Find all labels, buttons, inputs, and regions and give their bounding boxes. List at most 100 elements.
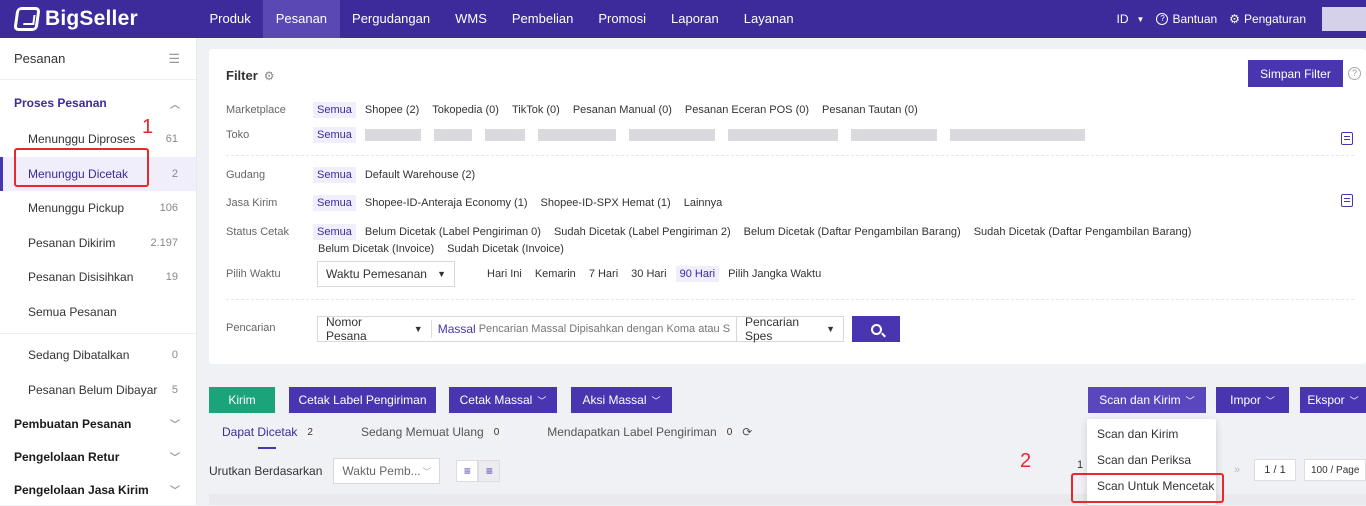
- next-page-icon[interactable]: »: [1226, 459, 1248, 481]
- store-name-redacted[interactable]: [628, 129, 715, 141]
- marketplace-option[interactable]: Shopee (2): [365, 104, 419, 116]
- sidebar-section-pembuatan[interactable]: Pembuatan Pesanan ﹀: [0, 407, 196, 440]
- jasa-kirim-option[interactable]: Lainnya: [684, 197, 723, 209]
- page-indicator[interactable]: 1 / 1: [1254, 459, 1296, 481]
- menu-item-scan-dan-periksa[interactable]: Scan dan Periksa: [1087, 447, 1216, 473]
- sidebar-item-sedang-dibatalkan[interactable]: Sedang Dibatalkan 0: [0, 338, 196, 373]
- brand-logo[interactable]: BigSeller: [0, 0, 197, 38]
- tab-sedang-memuat-ulang[interactable]: Sedang Memuat Ulang 0: [360, 425, 504, 439]
- sidebar-item-menunggu-pickup[interactable]: Menunggu Pickup 106: [0, 191, 196, 226]
- search-type-select[interactable]: Nomor Pesana ▼: [318, 315, 432, 343]
- nav-promosi[interactable]: Promosi: [586, 0, 659, 38]
- jasa-kirim-option[interactable]: Shopee-ID-SPX Hemat (1): [541, 197, 671, 209]
- nav-laporan[interactable]: Laporan: [659, 0, 732, 38]
- sort-descending-icon[interactable]: ≡: [456, 460, 479, 482]
- nav-pesanan[interactable]: Pesanan: [263, 0, 340, 38]
- status-cetak-option[interactable]: Sudah Dicetak (Label Pengiriman 2): [554, 226, 731, 238]
- tab-mendapatkan-label[interactable]: Mendapatkan Label Pengiriman 0 ⟳: [547, 425, 752, 439]
- sidebar-item-semua-pesanan[interactable]: Semua Pesanan: [0, 295, 196, 330]
- sidebar-item-belum-dibayar[interactable]: Pesanan Belum Dibayar 5: [0, 373, 196, 408]
- settings-link[interactable]: ⚙ Pengaturan: [1229, 12, 1306, 26]
- mass-print-button[interactable]: Cetak Massal ﹀: [449, 387, 557, 413]
- time-option[interactable]: 7 Hari: [589, 268, 618, 280]
- mass-search-toggle[interactable]: Massal: [438, 322, 476, 336]
- chevron-down-icon: ▼: [413, 324, 423, 334]
- sidebar-divider: [0, 333, 196, 334]
- toko-option[interactable]: Semua: [313, 127, 356, 143]
- nav-wms[interactable]: WMS: [443, 0, 500, 38]
- sort-field-select[interactable]: Waktu Pemb... ﹀: [333, 458, 441, 484]
- tab-label: Sedang Memuat Ulang: [360, 425, 484, 439]
- export-button[interactable]: Ekspor ﹀: [1300, 387, 1366, 413]
- nav-pergudangan[interactable]: Pergudangan: [340, 0, 443, 38]
- time-option-selected[interactable]: 90 Hari: [675, 266, 720, 282]
- search-input[interactable]: [478, 323, 736, 335]
- nav-pembelian[interactable]: Pembelian: [499, 0, 585, 38]
- chevron-up-icon: ︿: [170, 99, 180, 111]
- time-option[interactable]: Pilih Jangka Waktu: [728, 268, 821, 280]
- store-name-redacted[interactable]: [364, 129, 421, 141]
- marketplace-option[interactable]: Pesanan Eceran POS (0): [685, 104, 809, 116]
- store-name-redacted[interactable]: [850, 129, 937, 141]
- filter-settings-gear-icon[interactable]: ⚙: [264, 69, 275, 83]
- marketplace-row: Marketplace Semua Shopee (2) Tokopedia (…: [226, 102, 931, 118]
- status-cetak-option[interactable]: Semua: [313, 224, 356, 240]
- jasa-kirim-option[interactable]: Shopee-ID-Anteraja Economy (1): [365, 197, 528, 209]
- search-button[interactable]: [852, 316, 900, 342]
- expand-list-icon[interactable]: [1341, 194, 1353, 207]
- sidebar-title: Pesanan: [14, 51, 66, 66]
- language-selector[interactable]: ID ▼: [1117, 12, 1145, 26]
- refresh-icon[interactable]: ⟳: [742, 425, 752, 439]
- avatar[interactable]: [1322, 7, 1366, 31]
- status-cetak-option[interactable]: Belum Dicetak (Daftar Pengambilan Barang…: [744, 226, 961, 238]
- spec-search-select[interactable]: Pencarian Spes ▼: [736, 315, 844, 343]
- store-name-redacted[interactable]: [433, 129, 472, 141]
- time-option[interactable]: Hari Ini: [487, 268, 522, 280]
- status-cetak-option[interactable]: Belum Dicetak (Invoice): [318, 243, 434, 255]
- sort-field-value: Waktu Pemb...: [342, 464, 421, 478]
- status-cetak-option[interactable]: Belum Dicetak (Label Pengiriman 0): [365, 226, 541, 238]
- marketplace-option[interactable]: Pesanan Tautan (0): [822, 104, 918, 116]
- gudang-option[interactable]: Semua: [313, 167, 356, 183]
- menu-item-scan-dan-kirim[interactable]: Scan dan Kirim: [1087, 421, 1216, 447]
- nav-produk[interactable]: Produk: [197, 0, 263, 38]
- collapse-menu-icon[interactable]: ☰: [168, 51, 180, 67]
- language-label: ID: [1116, 12, 1129, 26]
- print-label-button[interactable]: Cetak Label Pengiriman: [289, 387, 436, 413]
- gudang-label: Gudang: [226, 169, 266, 181]
- time-option[interactable]: 30 Hari: [631, 268, 666, 280]
- marketplace-option[interactable]: TikTok (0): [512, 104, 560, 116]
- store-name-redacted[interactable]: [949, 129, 1085, 141]
- scan-and-ship-button[interactable]: Scan dan Kirim ﹀: [1088, 387, 1206, 413]
- store-name-redacted[interactable]: [537, 129, 616, 141]
- import-button[interactable]: Impor ﹀: [1216, 387, 1289, 413]
- marketplace-option[interactable]: Tokopedia (0): [432, 104, 499, 116]
- sidebar-item-pesanan-disisihkan[interactable]: Pesanan Disisihkan 19: [0, 260, 196, 295]
- store-name-redacted[interactable]: [727, 129, 838, 141]
- page-size-select[interactable]: 100 / Page: [1304, 459, 1366, 481]
- mass-action-button[interactable]: Aksi Massal ﹀: [571, 387, 672, 413]
- chevron-down-icon: ﹀: [651, 395, 661, 406]
- kirim-button[interactable]: Kirim: [209, 387, 275, 413]
- time-option[interactable]: Kemarin: [535, 268, 576, 280]
- status-cetak-option[interactable]: Sudah Dicetak (Invoice): [447, 243, 564, 255]
- sidebar-section-jasa-kirim[interactable]: Pengelolaan Jasa Kirim ﹀: [0, 473, 196, 506]
- status-cetak-option[interactable]: Sudah Dicetak (Daftar Pengambilan Barang…: [974, 226, 1192, 238]
- time-type-select[interactable]: Waktu Pemesanan ▼: [317, 261, 455, 287]
- jasa-kirim-option[interactable]: Semua: [313, 195, 356, 211]
- store-name-redacted[interactable]: [484, 129, 525, 141]
- nav-layanan[interactable]: Layanan: [731, 0, 806, 38]
- marketplace-option[interactable]: Semua: [313, 102, 356, 118]
- gudang-option[interactable]: Default Warehouse (2): [365, 169, 475, 181]
- tab-dapat-dicetak[interactable]: Dapat Dicetak 2: [222, 425, 317, 439]
- sort-ascending-icon[interactable]: ≡: [478, 460, 501, 482]
- save-filter-button[interactable]: Simpan Filter: [1248, 60, 1343, 87]
- sidebar-section-retur[interactable]: Pengelolaan Retur ﹀: [0, 440, 196, 473]
- expand-list-icon[interactable]: [1341, 132, 1353, 145]
- sidebar-section-label: Pengelolaan Retur: [14, 449, 120, 464]
- sidebar-section-proses[interactable]: Proses Pesanan ︿: [0, 84, 196, 122]
- help-link[interactable]: ? Bantuan: [1156, 12, 1217, 26]
- help-icon[interactable]: ?: [1348, 67, 1361, 80]
- marketplace-option[interactable]: Pesanan Manual (0): [573, 104, 672, 116]
- sidebar-item-pesanan-dikirim[interactable]: Pesanan Dikirim 2.197: [0, 226, 196, 261]
